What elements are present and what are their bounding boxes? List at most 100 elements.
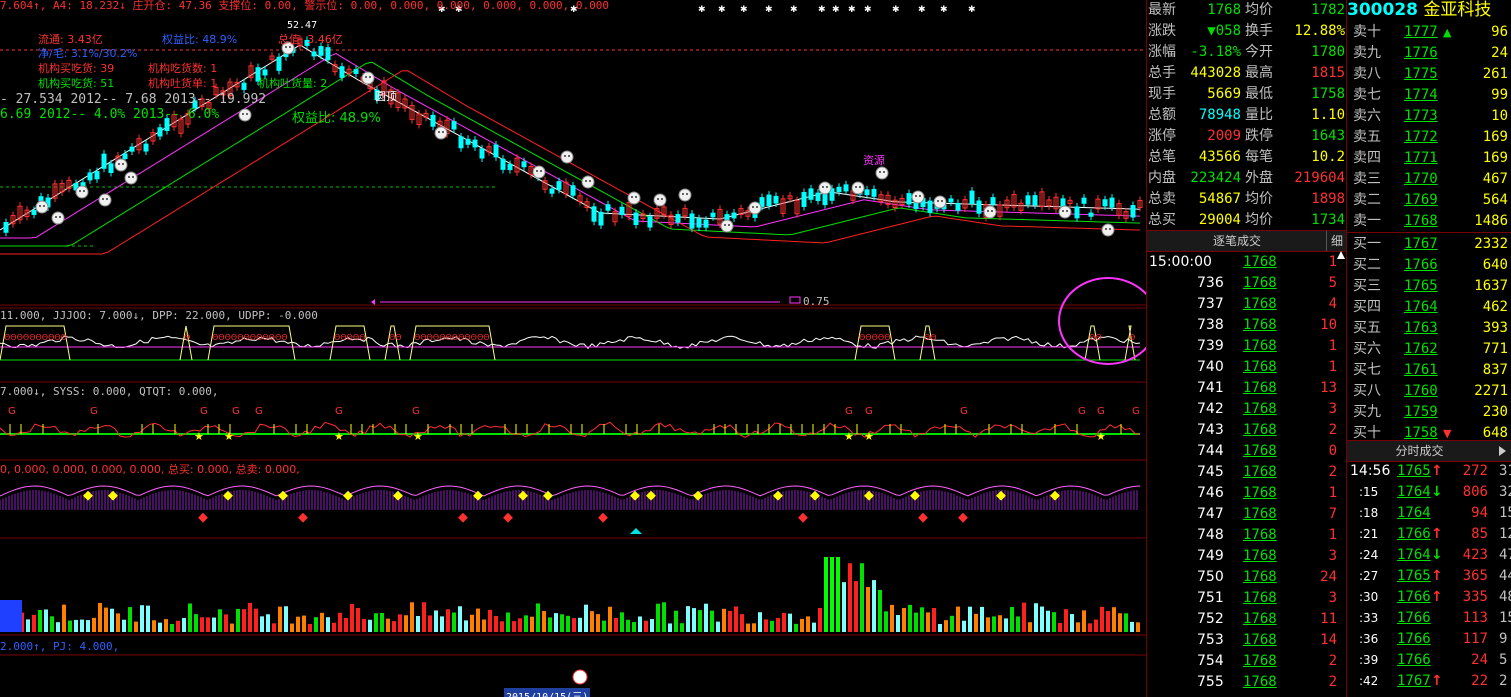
- candle: [864, 189, 870, 196]
- expand-arrow-icon[interactable]: [1499, 446, 1506, 456]
- signal-g: G: [1097, 406, 1105, 417]
- scroll-up-icon[interactable]: [1337, 251, 1345, 259]
- tick-row[interactable]: 744 1768 0: [1147, 441, 1339, 462]
- ask-row[interactable]: 卖十 1777 ▲ 96: [1347, 22, 1511, 43]
- tick-row[interactable]: 749 1768 3: [1147, 546, 1339, 567]
- minute-time: :15: [1359, 485, 1379, 499]
- smiley-eye: [106, 198, 108, 200]
- minute-trade-row[interactable]: :36 1766 117 9: [1347, 628, 1511, 651]
- tick-row[interactable]: 745 1768 2: [1147, 462, 1339, 483]
- volume-bar: [368, 619, 372, 632]
- bid-row[interactable]: 买二 1766 640: [1347, 255, 1511, 276]
- tick-row[interactable]: 742 1768 3: [1147, 399, 1339, 420]
- bid-row[interactable]: 买一 1767 2332: [1347, 234, 1511, 255]
- star-marker: ✱: [718, 5, 726, 15]
- tick-row[interactable]: 753 1768 14: [1147, 630, 1339, 651]
- tick-time: 753: [1197, 632, 1224, 648]
- minute-trade-row[interactable]: :30 1766↑ 335 48: [1347, 586, 1511, 609]
- quote-label-2: 今开: [1245, 44, 1273, 60]
- smiley-eye: [438, 131, 440, 133]
- candle: [1109, 197, 1115, 208]
- book-volume: 1486: [1474, 213, 1508, 229]
- tick-row[interactable]: 743 1768 2: [1147, 420, 1339, 441]
- ask-row[interactable]: 卖三 1770 467: [1347, 169, 1511, 190]
- volume-bar: [80, 619, 84, 632]
- candle: [598, 211, 604, 226]
- minute-trade-row[interactable]: :15 1764↓ 806 32: [1347, 481, 1511, 504]
- ask-row[interactable]: 卖九 1776 24: [1347, 43, 1511, 64]
- tick-row[interactable]: 737 1768 4: [1147, 294, 1339, 315]
- tick-row[interactable]: 748 1768 1: [1147, 525, 1339, 546]
- star-icon: ★: [413, 430, 423, 443]
- smiley-marker: [35, 200, 49, 214]
- candle: [108, 163, 114, 173]
- tick-row[interactable]: 738 1768 10: [1147, 315, 1339, 336]
- tick-row[interactable]: 741 1768 13: [1147, 378, 1339, 399]
- tick-price: 1768: [1243, 590, 1277, 606]
- tick-row[interactable]: 750 1768 24: [1147, 567, 1339, 588]
- ask-row[interactable]: 卖五 1772 169: [1347, 127, 1511, 148]
- volume-bar: [620, 612, 624, 632]
- tick-row[interactable]: 736 1768 5: [1147, 273, 1339, 294]
- tick-row[interactable]: 740 1768 1: [1147, 357, 1339, 378]
- minute-trade-row[interactable]: :27 1765↑ 365 44: [1347, 565, 1511, 588]
- up-arrow-icon: ↑: [1431, 526, 1443, 542]
- volume-bar: [350, 604, 354, 632]
- smiley-marker: [851, 181, 865, 195]
- volume-bar: [536, 603, 540, 632]
- volume-bar: [524, 615, 528, 632]
- bid-row[interactable]: 买五 1763 393: [1347, 318, 1511, 339]
- volume-bar: [698, 610, 702, 632]
- volume-bar: [482, 619, 486, 632]
- volume-bar: [890, 604, 894, 632]
- bid-row[interactable]: 买四 1764 462: [1347, 297, 1511, 318]
- indicator1-glyphs: ΘΘΘΘΘΘΘΘΘΘΘΘ: [212, 333, 288, 342]
- candle: [689, 213, 695, 229]
- tick-row[interactable]: 751 1768 3: [1147, 588, 1339, 609]
- tick-list-title: 逐笔成交: [1212, 234, 1261, 248]
- bid-row[interactable]: 买六 1762 771: [1347, 339, 1511, 360]
- ask-row[interactable]: 卖一 1768 1486: [1347, 211, 1511, 233]
- minute-trade-row[interactable]: :18 1764 94 15: [1347, 502, 1511, 525]
- smiley-marker: [1058, 205, 1072, 219]
- minute-trade-row[interactable]: :21 1766↑ 85 12: [1347, 523, 1511, 546]
- ask-row[interactable]: 卖二 1769 564: [1347, 190, 1511, 211]
- tick-row[interactable]: 755 1768 2: [1147, 672, 1339, 693]
- minute-trade-row[interactable]: :33 1766 113 15: [1347, 607, 1511, 630]
- tick-row[interactable]: 754 1768 2: [1147, 651, 1339, 672]
- candle: [808, 188, 814, 200]
- bid-row[interactable]: 买七 1761 837: [1347, 360, 1511, 381]
- minute-extra: 32: [1499, 484, 1511, 500]
- quote-label: 最新: [1148, 2, 1176, 18]
- minute-extra: 31: [1499, 463, 1511, 479]
- detail-button[interactable]: 细: [1326, 231, 1347, 251]
- bid-row[interactable]: 买九 1759 230: [1347, 402, 1511, 423]
- volume-bar: [476, 608, 480, 632]
- bid-row[interactable]: 买三 1765 1637: [1347, 276, 1511, 297]
- chart-area[interactable]: ✱ ✱ ✱ ✱ ✱ ✱ ✱ ✱ ✱ ✱ ✱ ✱ ✱ ✱ ✱ ✱ ΘΘΘΘΘΘΘΘΘΘ Θ ΘΘΘΘΘΘΘΘΘΘΘΘ Θ…: [0, 0, 1146, 697]
- minute-trade-row[interactable]: :39 1766 24 5: [1347, 649, 1511, 672]
- ask-row[interactable]: 卖八 1775 261: [1347, 64, 1511, 85]
- candle: [927, 200, 933, 213]
- ask-row[interactable]: 卖七 1774 99: [1347, 85, 1511, 106]
- minute-extra: 12: [1499, 526, 1511, 542]
- candle: [129, 146, 135, 152]
- tick-row[interactable]: 747 1768 7: [1147, 504, 1339, 525]
- minute-trade-row[interactable]: :42 1767 ↑ 22 2: [1347, 670, 1511, 693]
- tick-row[interactable]: 15:00:00 1768 1: [1147, 252, 1339, 273]
- minute-trade-row[interactable]: :24 1764↓ 423 47: [1347, 544, 1511, 567]
- ask-row[interactable]: 卖四 1771 169: [1347, 148, 1511, 169]
- ask-row[interactable]: 卖六 1773 10: [1347, 106, 1511, 127]
- minute-trade-row[interactable]: 14:56 1765↑ 272 31: [1347, 460, 1511, 483]
- tick-row[interactable]: 739 1768 1: [1147, 336, 1339, 357]
- bid-row[interactable]: 买八 1760 2271: [1347, 381, 1511, 402]
- smiley-eye: [122, 163, 124, 165]
- tick-row[interactable]: 752 1768 11: [1147, 609, 1339, 630]
- volume-bar: [974, 613, 978, 632]
- tick-row[interactable]: 746 1768 1: [1147, 483, 1339, 504]
- volume-bar: [230, 623, 234, 632]
- candle: [241, 82, 247, 90]
- tick-list-panel[interactable]: 逐笔成交 细 15:00:00 1768 1 736 1768 5 737 1768 4 738 1…: [1146, 230, 1347, 697]
- smiley-eye: [826, 186, 828, 188]
- minute-trades-panel[interactable]: 分时成交 14:561765↑27231:151764↓80632:181764…: [1346, 440, 1511, 697]
